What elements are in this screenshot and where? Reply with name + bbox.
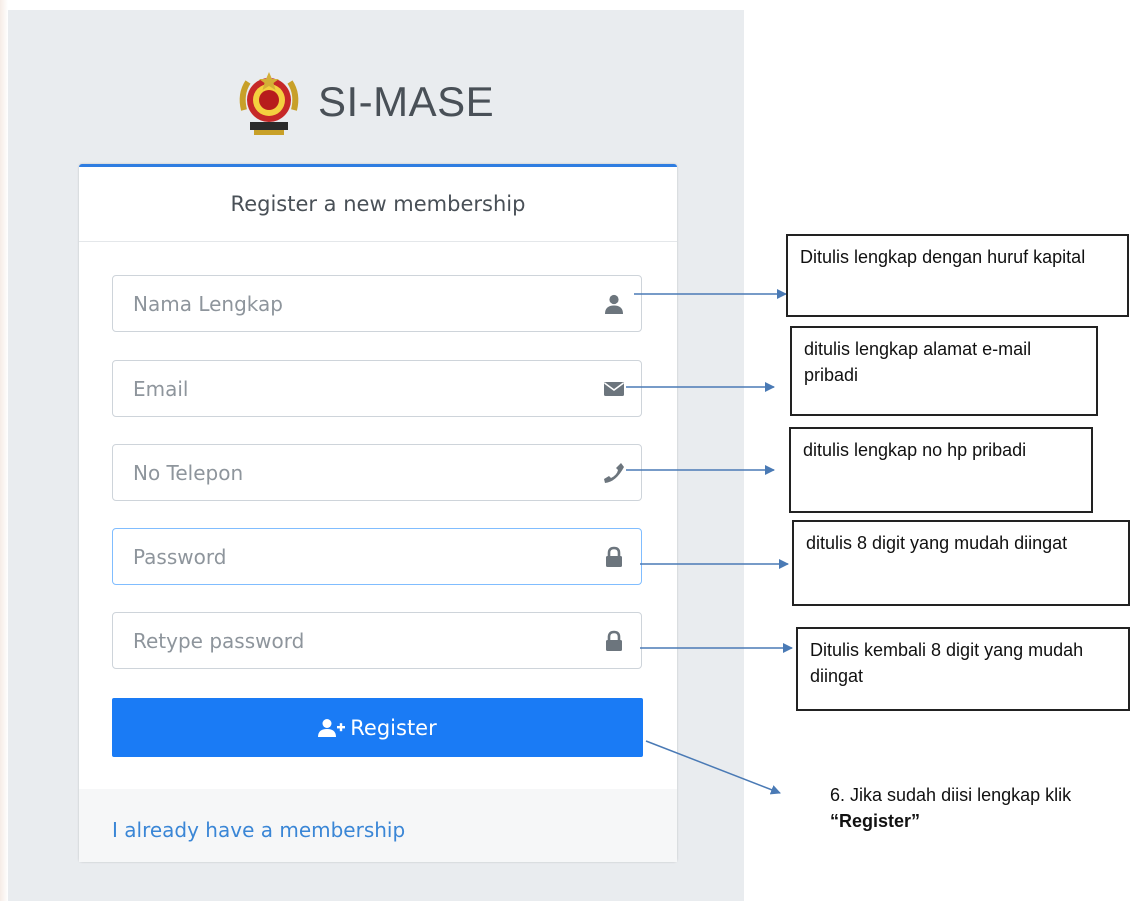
- arrow-register: [645, 740, 781, 795]
- callout-password: ditulis 8 digit yang mudah diingat: [792, 520, 1130, 606]
- callout-register-text: 6. Jika sudah diisi lengkap klik: [830, 785, 1072, 805]
- callout-email: ditulis lengkap alamat e-mail pribadi: [790, 326, 1098, 416]
- callout-register-bold: “Register”: [830, 811, 921, 831]
- callout-name: Ditulis lengkap dengan huruf kapital: [786, 234, 1129, 317]
- callout-phone: ditulis lengkap no hp pribadi: [789, 427, 1093, 513]
- callout-retype: Ditulis kembali 8 digit yang mudah diing…: [796, 627, 1130, 711]
- callout-register: 6. Jika sudah diisi lengkap klik “Regist…: [818, 774, 1118, 838]
